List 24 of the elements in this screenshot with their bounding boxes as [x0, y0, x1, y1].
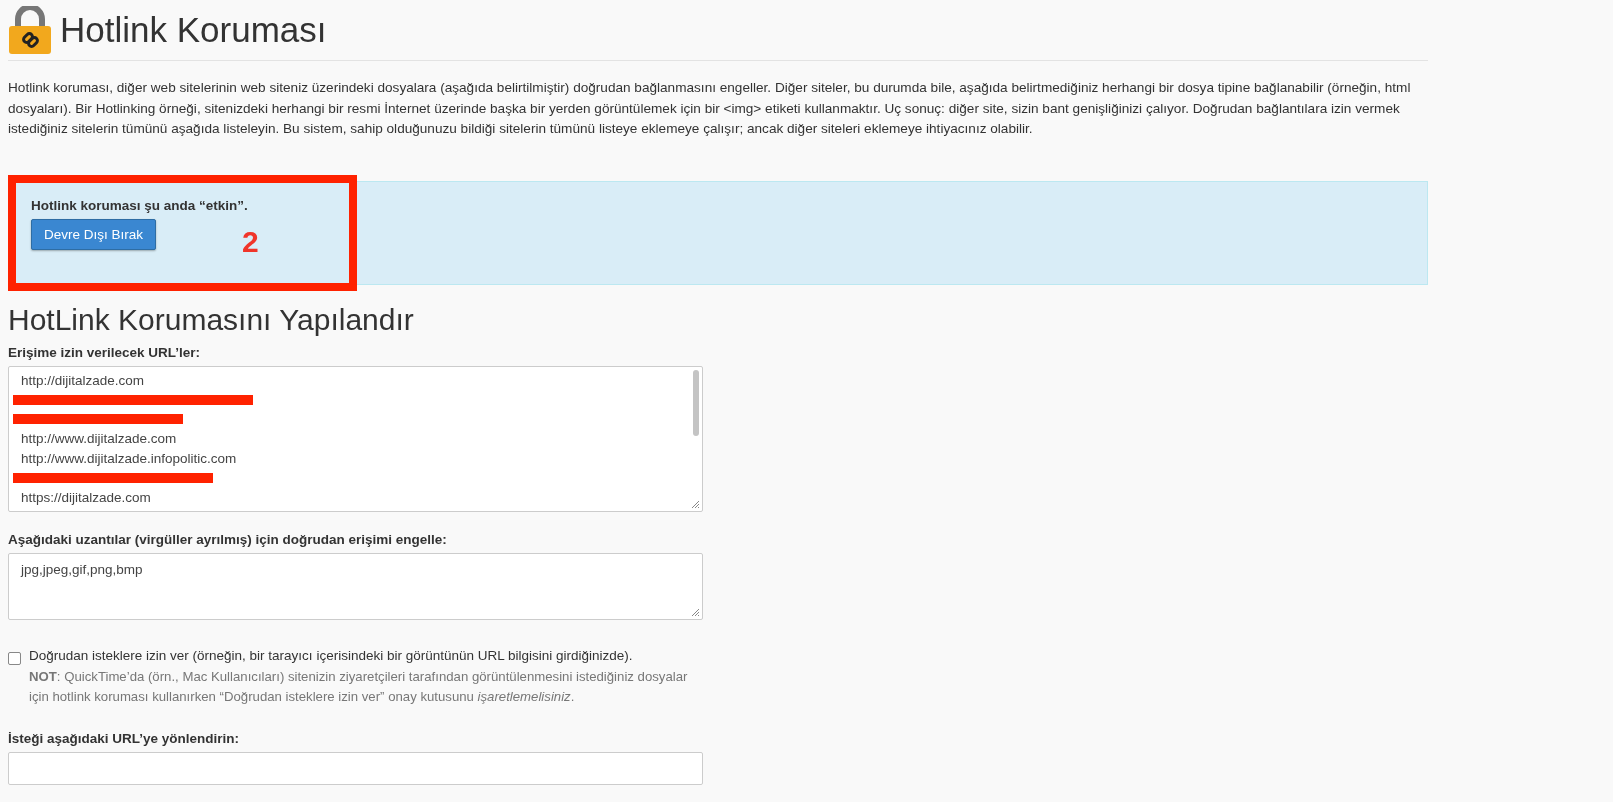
resize-grip-icon[interactable]: [691, 499, 700, 509]
section-heading: HotLink Korumasını Yapılandır: [8, 302, 415, 337]
url-line: http://www.dijitalzade.com: [21, 430, 177, 449]
url-line: http://www.dijitalzade.infopolitic.com: [21, 449, 237, 468]
description-text: Hotlink koruması, diğer web sitelerinin web siteniz üzerindeki dosyalara (aşağıda belirtilmiştir) doğrudan bağlanmasını engeller. Diğer siteler, bu durumda bile, aşağıda belirtmediğiniz herhangi bir dosya tipine bağlanabilir (örneğin, html dosyaları). Bir Hotlinking örneği, sitenizdeki herhangi bir resmi İnternet üzerinde başka bir yerden görüntülemek için bir <img> etiketi kullanmaktır. Uç sonuç: diğer site, sizin bant genişliğinizi çalıyor. Doğrudan bağlantılara izin vermek istediğiniz sitelerin tümünü aşağıda listeleyin. Bu sistem, sahip olduğunuzu bildiği sitelerin tümünü listeye eklemeye çalışır; ancak diğer siteleri eklemeye ihtiyacınız olabilir.: [8, 79, 1412, 138]
scrollbar-thumb[interactable]: [693, 369, 699, 436]
resize-grip-icon[interactable]: [691, 607, 700, 617]
status-message: Hotlink koruması şu anda “etkin”.: [31, 197, 248, 213]
field-label: Erişime izin verilecek URL’ler:: [8, 344, 202, 360]
field-label: Aşağıdaki uzantılar (virgüller ayrılmış) için doğrudan erişimi engelle:: [8, 531, 448, 547]
url-line: http://dijitalzade.com: [21, 371, 145, 390]
page-title: Hotlink Koruması: [60, 10, 327, 50]
checkbox-label: Doğrudan isteklere izin ver (örneğin, bir tarayıcı içerisindeki bir görüntünün URL bilgisini girdiğinizde).: [29, 647, 634, 663]
field-value: jpg,jpeg,gif,png,bmp: [21, 561, 143, 577]
annotation-number: 2: [242, 224, 259, 259]
lock-icon: [8, 6, 52, 54]
urls-textarea[interactable]: http://dijitalzade.com http://www.dijitalzade.com http://www.dijitalzade.infopolitic.com https://dijitalzade.com: [8, 365, 703, 512]
note-text: NOT: QuickTime’da (örn., Mac Kullanıcıları) sitenizin ziyaretçileri tarafından görüntülenmesini istediğiniz dosyalar için hotlink koruması kullanırken “Doğrudan isteklere izin ver” onay kutusunu işaretlemelisiniz.: [29, 667, 689, 706]
url-line: https://dijitalzade.com: [21, 489, 151, 508]
field-label: İsteği aşağıdaki URL’ye yönlendirin:: [8, 730, 241, 746]
checkbox[interactable]: [8, 651, 21, 665]
redirect-url-field[interactable]: [8, 751, 703, 785]
disable-button[interactable]: Devre Dışı Bırak: [31, 218, 157, 250]
extensions-textarea[interactable]: jpg,jpeg,gif,png,bmp: [8, 552, 703, 620]
